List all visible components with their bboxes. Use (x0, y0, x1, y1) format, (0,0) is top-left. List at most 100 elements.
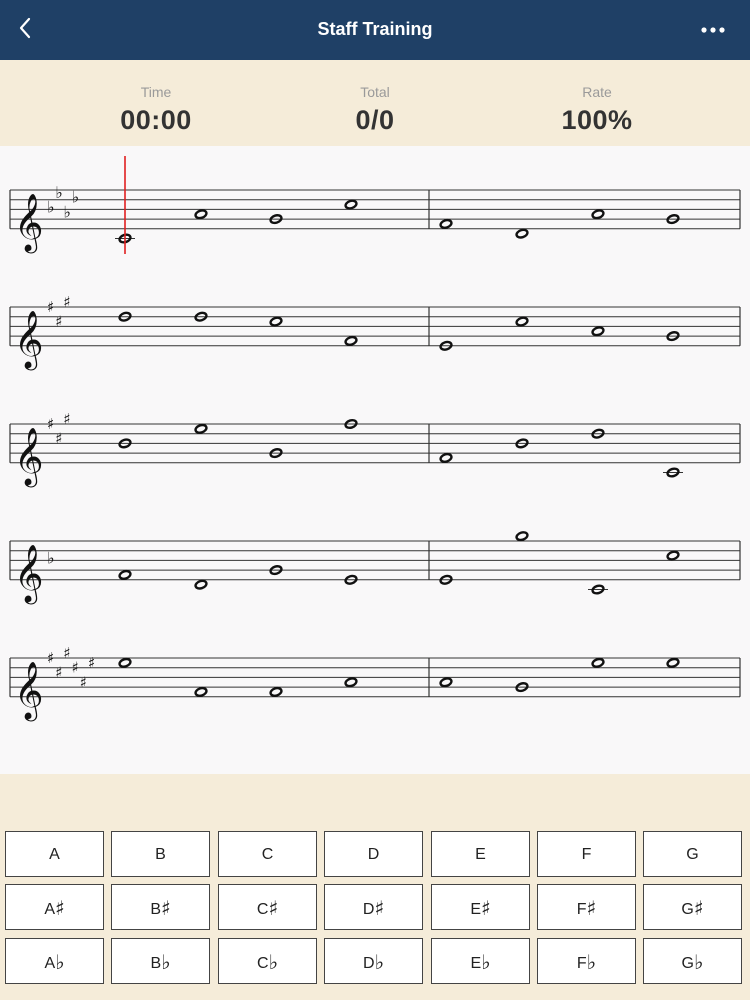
answer-key-b-flat[interactable]: B♭ (111, 938, 210, 984)
sharp-icon: ♯ (268, 896, 279, 920)
sharp-icon: ♯ (47, 649, 54, 667)
answer-key-d[interactable]: D (324, 831, 423, 877)
whole-note (194, 686, 208, 697)
flat-icon: ♭ (694, 950, 704, 974)
answer-key-letter: A (49, 846, 60, 863)
sharp-icon: ♯ (63, 410, 70, 428)
treble-clef-icon: 𝄞 (14, 544, 44, 605)
whole-note (344, 677, 358, 688)
whole-note (439, 677, 453, 688)
answer-key-e[interactable]: E (431, 831, 530, 877)
answer-key-letter: G (681, 901, 694, 918)
answer-key-letter: A (44, 955, 56, 972)
answer-key-letter: E (470, 901, 481, 918)
answer-key-f[interactable]: F (537, 831, 636, 877)
whole-note (591, 657, 605, 668)
answer-keyboard: A B C D E F G A♯ B♯ C♯ D♯ E♯ F♯ G♯ A♭ B♭ C♭ D♭ E♭ F♭ G♭ (0, 774, 750, 1000)
flat-icon: ♭ (63, 202, 71, 221)
answer-key-letter: C (257, 955, 269, 972)
whole-note (118, 569, 132, 580)
whole-note (439, 452, 453, 463)
answer-key-letter: B (150, 901, 161, 918)
answer-key-letter: C (256, 901, 269, 918)
answer-key-letter: B (155, 846, 166, 863)
answer-key-letter: E (475, 846, 486, 863)
staff-area: 𝄞♭♭♭♭𝄞♯♯♯𝄞♯♯♯𝄞♭𝄞♯♯♯♯♯♯𝄞 (0, 146, 750, 774)
answer-key-letter: D (362, 901, 375, 918)
answer-key-f-sharp[interactable]: F♯ (537, 884, 636, 930)
whole-note (591, 326, 605, 337)
answer-key-d-flat[interactable]: D♭ (324, 938, 423, 984)
whole-note (344, 199, 358, 210)
sharp-icon: ♯ (160, 896, 171, 920)
time-value: 00:00 (120, 105, 192, 135)
sharp-icon: ♯ (47, 298, 54, 316)
sharp-icon: ♯ (47, 415, 54, 433)
answer-key-e-sharp[interactable]: E♯ (431, 884, 530, 930)
answer-key-b-sharp[interactable]: B♯ (111, 884, 210, 930)
ellipsis-icon[interactable] (698, 18, 734, 42)
answer-key-e-flat[interactable]: E♭ (431, 938, 530, 984)
sharp-icon: ♯ (72, 659, 79, 677)
answer-key-f-flat[interactable]: F♭ (537, 938, 636, 984)
sharp-icon: ♯ (480, 896, 491, 920)
stats-panel: Time 00:00 Total 0/0 Rate 100% (0, 60, 750, 146)
treble-clef-icon: 𝄞 (14, 661, 44, 722)
whole-note (666, 657, 680, 668)
flat-icon: ♭ (268, 950, 278, 974)
flat-icon: ♭ (47, 197, 55, 216)
answer-key-d-sharp[interactable]: D♯ (324, 884, 423, 930)
answer-key-letter: D (367, 846, 380, 863)
flat-icon: ♭ (161, 950, 171, 974)
rate-label: Rate (582, 84, 612, 100)
whole-note (194, 579, 208, 590)
whole-note (344, 335, 358, 346)
answer-key-c-flat[interactable]: C♭ (218, 938, 317, 984)
answer-key-g-sharp[interactable]: G♯ (643, 884, 742, 930)
answer-key-g-flat[interactable]: G♭ (643, 938, 742, 984)
sharp-icon: ♯ (54, 896, 65, 920)
answer-key-letter: G (681, 955, 694, 972)
answer-key-letter: F (581, 846, 592, 863)
sharp-icon: ♯ (80, 673, 87, 691)
whole-note (591, 209, 605, 220)
answer-key-letter: F (576, 901, 587, 918)
total-value: 0/0 (355, 105, 395, 135)
whole-note (269, 686, 283, 697)
treble-clef-icon: 𝄞 (14, 310, 44, 371)
answer-key-letter: G (686, 846, 699, 863)
flat-icon: ♭ (47, 548, 55, 567)
sharp-icon: ♯ (55, 313, 62, 331)
nav-bar: Staff Training (0, 0, 750, 60)
rate-stat: Rate 100% (517, 84, 677, 136)
flat-icon: ♭ (55, 183, 63, 202)
whole-note (666, 550, 680, 561)
page-title: Staff Training (317, 19, 433, 39)
time-stat: Time 00:00 (76, 84, 236, 136)
answer-key-letter: B (150, 955, 162, 972)
answer-key-letter: C (261, 846, 274, 863)
flat-icon: ♭ (374, 950, 384, 974)
whole-note (118, 657, 132, 668)
answer-key-c-sharp[interactable]: C♯ (218, 884, 317, 930)
answer-key-c[interactable]: C (218, 831, 317, 877)
answer-key-letter: E (470, 955, 482, 972)
whole-note (269, 316, 283, 327)
answer-key-letter: D (363, 955, 375, 972)
whole-note (194, 209, 208, 220)
rate-value: 100% (561, 105, 633, 135)
answer-key-g[interactable]: G (643, 831, 742, 877)
answer-key-b[interactable]: B (111, 831, 210, 877)
answer-key-a[interactable]: A (5, 831, 104, 877)
flat-icon: ♭ (55, 950, 65, 974)
answer-key-a-sharp[interactable]: A♯ (5, 884, 104, 930)
whole-note (194, 423, 208, 434)
staff-notation: 𝄞♭♭♭♭𝄞♯♯♯𝄞♯♯♯𝄞♭𝄞♯♯♯♯♯♯𝄞 (9, 156, 741, 722)
answer-key-a-flat[interactable]: A♭ (5, 938, 104, 984)
whole-note (439, 218, 453, 229)
answer-key-letter: F (576, 955, 587, 972)
sharp-icon: ♯ (55, 664, 62, 682)
sharp-icon: ♯ (63, 293, 70, 311)
whole-note (515, 228, 529, 239)
flat-icon: ♭ (72, 188, 80, 207)
